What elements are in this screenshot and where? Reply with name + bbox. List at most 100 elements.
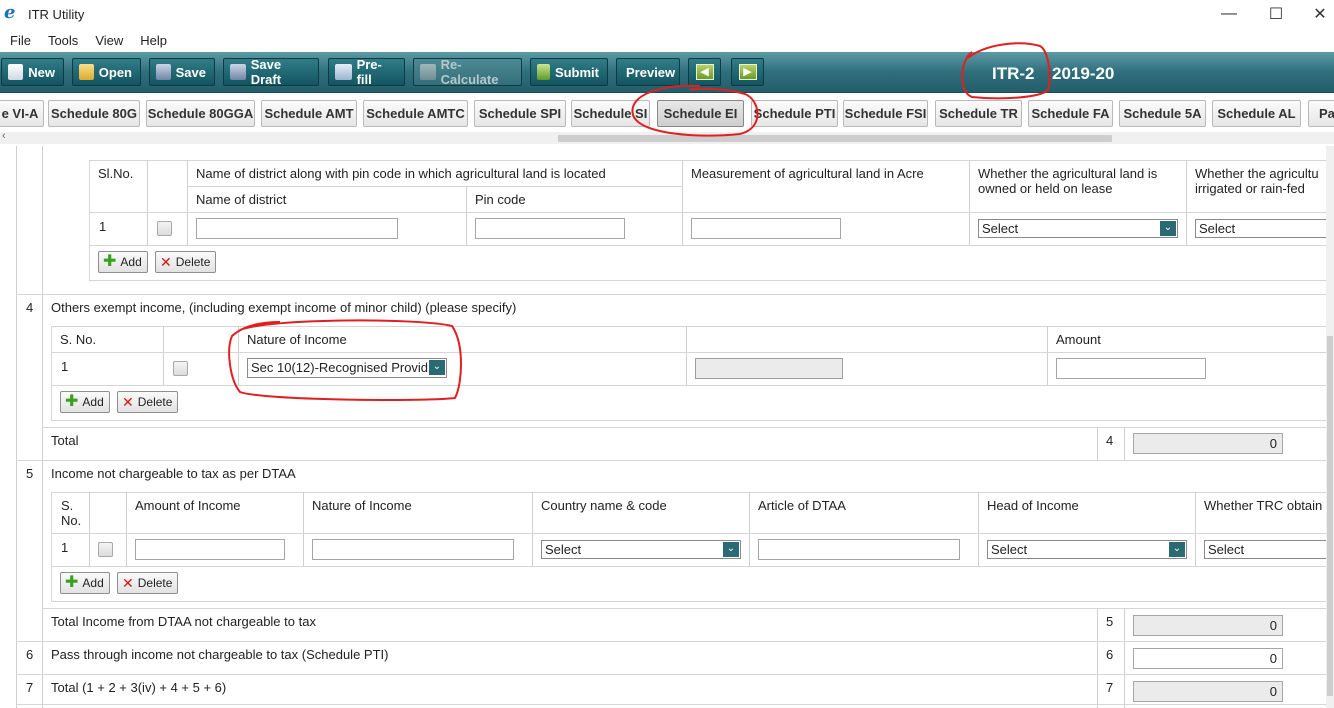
- vertical-scroll-thumb[interactable]: [1327, 336, 1333, 696]
- tab-schedule-5a[interactable]: Schedule 5A: [1119, 100, 1206, 127]
- tab-schedule-amtc[interactable]: Schedule AMTC: [363, 100, 468, 127]
- row6-box-number: 6: [1106, 647, 1114, 662]
- agri-row-checkbox[interactable]: [157, 221, 172, 236]
- toolbar: New Open Save Save Draft Pre-fill Re-Cal…: [0, 52, 1334, 93]
- row4-row-checkbox[interactable]: [173, 361, 188, 376]
- save-button[interactable]: Save: [149, 58, 215, 86]
- article-dtaa-input[interactable]: [758, 539, 960, 560]
- previous-button[interactable]: ◀: [688, 58, 721, 86]
- calculator-icon: [420, 64, 436, 80]
- submit-button[interactable]: Submit: [530, 58, 608, 86]
- schedule-tabs: e VI-A Schedule 80G Schedule 80GGA Sched…: [0, 96, 1334, 130]
- plus-icon: ✚: [65, 393, 79, 410]
- assessment-year: 2019-20: [1052, 64, 1115, 83]
- submit-arrow-icon: [537, 64, 550, 80]
- next-button[interactable]: ▶: [731, 58, 764, 86]
- tab-schedule-80gga[interactable]: Schedule 80GGA: [146, 100, 255, 127]
- owned-select[interactable]: Select ⌄: [978, 219, 1178, 238]
- row5-delete-button[interactable]: ✕ Delete: [117, 572, 179, 594]
- tab-schedule-tr[interactable]: Schedule TR: [935, 100, 1022, 127]
- tab-schedule-si[interactable]: Schedule SI: [571, 100, 650, 127]
- irrigated-select[interactable]: Select: [1195, 219, 1334, 238]
- chevron-down-icon: ⌄: [1160, 221, 1176, 236]
- row4-delete-button[interactable]: ✕ Delete: [117, 391, 179, 413]
- row4-row-number: 1: [61, 359, 69, 374]
- schedule-ei-content: Sl.No. Name of district along with pin c…: [0, 146, 1334, 708]
- chevron-down-icon: ⌄: [429, 360, 445, 375]
- agri-add-button[interactable]: ✚ Add: [98, 251, 148, 273]
- new-file-icon: [8, 64, 24, 80]
- row5-article-header: Article of DTAA: [758, 498, 846, 513]
- row7-box-number: 7: [1106, 680, 1114, 695]
- tab-schedule-amt[interactable]: Schedule AMT: [261, 100, 357, 127]
- row4-nature-header: Nature of Income: [247, 332, 347, 347]
- horizontal-scroll-thumb[interactable]: [558, 135, 1112, 142]
- menu-help[interactable]: Help: [130, 33, 174, 48]
- agri-delete-button[interactable]: ✕ Delete: [155, 251, 217, 273]
- menu-bar: File Tools View Help: [0, 29, 1334, 51]
- pti-income-input[interactable]: 0: [1133, 648, 1283, 669]
- tab-schedule-pti[interactable]: Schedule PTI: [751, 100, 838, 127]
- row4-description-input: [695, 358, 843, 379]
- dtaa-nature-input[interactable]: [312, 539, 514, 560]
- row-7-number: 7: [26, 680, 34, 695]
- folder-icon: [79, 64, 94, 80]
- dtaa-amount-input[interactable]: [135, 539, 285, 560]
- open-button[interactable]: Open: [72, 58, 141, 86]
- draft-disk-icon: [230, 64, 246, 80]
- menu-file[interactable]: File: [0, 33, 38, 48]
- head-of-income-select[interactable]: Select ⌄: [987, 540, 1187, 559]
- recalculate-button[interactable]: Re-Calculate: [413, 57, 522, 87]
- plus-icon: ✚: [103, 253, 117, 270]
- disk-icon: [156, 64, 171, 80]
- nature-of-income-select[interactable]: Sec 10(12)-Recognised Provid ⌄: [247, 358, 447, 378]
- save-draft-button[interactable]: Save Draft: [223, 57, 319, 87]
- row5-row-checkbox[interactable]: [98, 542, 113, 557]
- tab-schedule-fsi[interactable]: Schedule FSI: [843, 100, 928, 127]
- agri-district-group-header: Name of district along with pin code in …: [196, 166, 606, 181]
- prefill-icon: [335, 64, 352, 80]
- preview-button[interactable]: Preview: [616, 58, 680, 86]
- district-name-input[interactable]: [196, 218, 398, 239]
- tab-schedule-80g[interactable]: Schedule 80G: [48, 100, 140, 127]
- prefill-button[interactable]: Pre-fill: [328, 57, 405, 87]
- row4-add-button[interactable]: ✚ Add: [60, 391, 110, 413]
- row-6-number: 6: [26, 647, 34, 662]
- minimize-button[interactable]: —: [1206, 0, 1252, 28]
- row4-total-value: 0: [1133, 433, 1283, 454]
- new-button[interactable]: New: [1, 58, 64, 86]
- row4-sno-header: S. No.: [60, 332, 97, 347]
- horizontal-scrollbar[interactable]: ‹: [0, 130, 1334, 144]
- country-select[interactable]: Select ⌄: [541, 540, 741, 559]
- tab-schedule-al[interactable]: Schedule AL: [1212, 100, 1301, 127]
- form-name: ITR-2: [992, 64, 1035, 83]
- row4-amount-input[interactable]: [1056, 358, 1206, 379]
- tab-schedule-vi-a[interactable]: e VI-A: [0, 100, 44, 127]
- plus-icon: ✚: [65, 574, 79, 591]
- delete-x-icon: ✕: [122, 575, 134, 591]
- row-4-title: Others exempt income, (including exempt …: [51, 300, 517, 315]
- pincode-input[interactable]: [475, 218, 625, 239]
- measurement-input[interactable]: [691, 218, 841, 239]
- close-button[interactable]: ✕: [1297, 0, 1334, 28]
- row-6-title: Pass through income not chargeable to ta…: [51, 647, 389, 662]
- agri-owned-header: Whether the agricultural land is owned o…: [978, 166, 1158, 196]
- tab-schedule-fa[interactable]: Schedule FA: [1028, 100, 1113, 127]
- agri-slno-header: Sl.No.: [98, 166, 134, 181]
- trc-select[interactable]: Select: [1204, 540, 1334, 559]
- row5-trc-header: Whether TRC obtain: [1204, 498, 1323, 513]
- maximize-button[interactable]: ☐: [1253, 0, 1299, 28]
- left-border: [16, 146, 17, 708]
- tab-schedule-pa[interactable]: Pa: [1308, 100, 1334, 127]
- delete-x-icon: ✕: [160, 254, 172, 270]
- row5-add-button[interactable]: ✚ Add: [60, 572, 110, 594]
- tab-schedule-ei[interactable]: Schedule EI: [657, 100, 744, 127]
- tab-schedule-spi[interactable]: Schedule SPI: [474, 100, 566, 127]
- vertical-scrollbar[interactable]: [1326, 146, 1334, 708]
- agri-pincode-header: Pin code: [475, 192, 526, 207]
- agri-row-number: 1: [99, 219, 107, 234]
- scroll-left-icon[interactable]: ‹: [2, 130, 6, 142]
- menu-view[interactable]: View: [85, 33, 130, 48]
- menu-tools[interactable]: Tools: [38, 33, 85, 48]
- row7-total-value: 0: [1133, 681, 1283, 702]
